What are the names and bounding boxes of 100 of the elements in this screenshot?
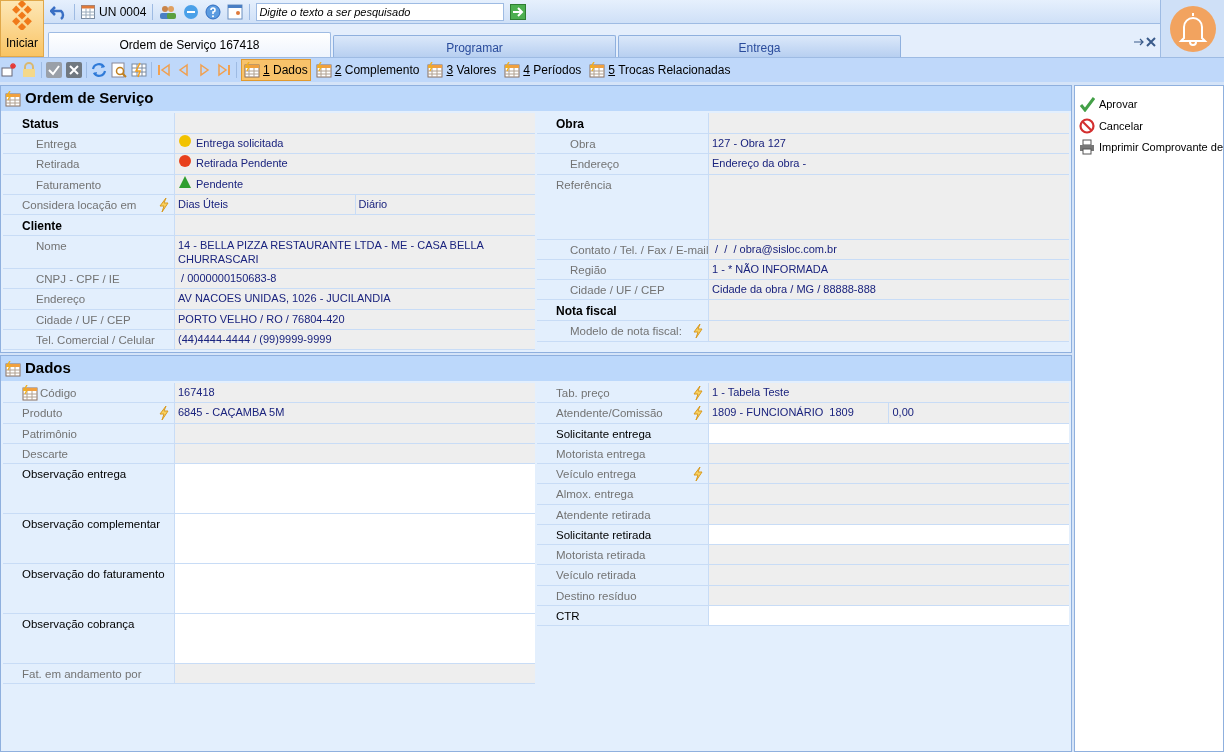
last-icon[interactable] [216, 62, 232, 78]
field-value: 1809 - FUNCIONÁRIO 1809 [712, 405, 854, 421]
field-label: Retirada [36, 157, 80, 173]
field-label: CTR [556, 608, 580, 624]
field-label: Obra [570, 137, 596, 152]
minus-circle-icon[interactable] [183, 3, 200, 20]
field-value: Endereço da obra - [712, 156, 807, 172]
field-value: 1 - Tabela Teste [712, 385, 790, 400]
text-field[interactable] [709, 605, 1069, 625]
close-icon[interactable] [1146, 37, 1156, 47]
section-title: Ordem de Serviço [25, 88, 154, 109]
field-label: Veículo entrega [556, 467, 636, 482]
window-icon[interactable] [227, 3, 244, 20]
grid-icon[interactable] [131, 62, 147, 78]
text-field[interactable] [175, 614, 535, 663]
text-field[interactable] [175, 564, 535, 613]
field-label: Nota fiscal [556, 303, 617, 321]
field-value: Entrega solicitada [196, 136, 284, 151]
table-icon [589, 62, 606, 78]
field-label: Produto [22, 406, 63, 422]
field-label: Obra [556, 116, 584, 133]
field-label: Almox. entrega [556, 487, 634, 503]
field-value: Pendente [196, 176, 244, 192]
unit-button[interactable]: UN 0004 [81, 2, 147, 21]
section-tab[interactable]: 2 Complemento [312, 59, 423, 81]
field-label: Destino resíduo [556, 588, 637, 604]
start-button[interactable]: Iniciar [0, 0, 44, 57]
field-label: Endereço [570, 157, 620, 173]
field-label: Código [40, 386, 77, 401]
refresh-icon[interactable] [91, 62, 107, 78]
field-label: Cidade / UF / CEP [36, 312, 131, 328]
printer-icon [1078, 139, 1095, 156]
field-label: Observação do faturamento [22, 567, 165, 582]
section-tab[interactable]: 3 Valores [424, 59, 500, 81]
field-value: Diário [358, 196, 388, 212]
field-value: (44)4444-4444 / (99)9999-9999 [178, 331, 332, 347]
users-icon[interactable] [159, 3, 178, 20]
action-link[interactable]: Cancelar [1078, 117, 1223, 134]
field-label: Tab. preço [556, 386, 610, 401]
field-label: Referência [556, 177, 612, 193]
table-icon [5, 90, 21, 107]
document-tab[interactable]: Entrega [618, 35, 901, 57]
help-icon[interactable] [205, 3, 222, 20]
document-tab[interactable]: Ordem de Serviço 167418 [48, 32, 331, 57]
field-label: Observação entrega [22, 467, 127, 482]
text-field[interactable] [709, 423, 1069, 443]
check-icon [1078, 96, 1095, 113]
field-value: PORTO VELHO / RO / 76804-420 [178, 311, 345, 327]
field-label: Observação complementar [22, 517, 161, 532]
new-record-icon[interactable] [1, 62, 17, 78]
section-tab[interactable]: 4 Períodos [501, 59, 585, 81]
field-label: Cliente [22, 218, 62, 235]
text-field[interactable] [709, 524, 1069, 544]
action-link[interactable]: Imprimir Comprovante de [1078, 139, 1223, 156]
field-value: Dias Úteis [178, 196, 229, 212]
field-value: 167418 [178, 385, 215, 400]
section-title: Dados [25, 358, 71, 379]
field-value: 1 - * NÃO INFORMADA [712, 261, 829, 277]
field-label: Patrimônio [22, 426, 77, 442]
logo-icon [9, 1, 35, 30]
text-field[interactable] [175, 464, 535, 513]
table-icon [244, 62, 260, 78]
section-tab[interactable]: 5 Trocas Relacionadas [586, 59, 734, 81]
field-label: Fat. em andamento por [22, 667, 142, 682]
search-field[interactable]: Digite o texto a ser pesquisado [256, 2, 505, 21]
field-value: 6845 - CAÇAMBA 5M [178, 405, 285, 421]
field-label: Contato / Tel. / Fax / E-mail [570, 242, 709, 258]
field-value: AV NACOES UNIDAS, 1026 - JUCILANDIA [178, 291, 391, 307]
action-link[interactable]: Aprovar [1078, 96, 1223, 113]
field-label: Endereço [36, 292, 86, 308]
field-label: Entrega [36, 137, 77, 152]
bell-icon[interactable] [1168, 4, 1217, 53]
first-icon[interactable] [156, 62, 172, 78]
table-icon [504, 62, 521, 78]
field-label: Faturamento [36, 177, 102, 193]
field-label: Tel. Comercial / Celular [36, 332, 155, 348]
field-label: Motorista retirada [556, 548, 646, 563]
field-label: Status [22, 116, 59, 133]
section-tab[interactable]: 1 Dados [241, 59, 311, 81]
check-icon[interactable] [46, 62, 62, 78]
field-label: Modelo de nota fiscal: [570, 324, 682, 340]
field-label: Cidade / UF / CEP [570, 283, 665, 298]
document-tab[interactable]: Programar [333, 35, 616, 57]
field-value: 14 - BELLA PIZZA RESTAURANTE LTDA - ME - CASA BELLA CHURRASCARI [178, 238, 485, 267]
field-label: Solicitante retirada [556, 527, 652, 543]
field-label: Atendente retirada [556, 507, 651, 523]
table-icon [5, 360, 21, 377]
cancel-icon[interactable] [66, 62, 82, 78]
table-icon [427, 62, 444, 78]
text-field[interactable] [175, 514, 535, 563]
arrow-right-icon[interactable] [510, 3, 527, 20]
preview-icon[interactable] [111, 62, 127, 78]
field-label: Descarte [22, 446, 69, 462]
field-label: Motorista entrega [556, 446, 646, 462]
field-value: 0,00 [892, 405, 914, 421]
field-value: / 0000000150683-8 [180, 271, 277, 286]
field-value: Retirada Pendente [196, 156, 288, 172]
field-label: Nome [36, 239, 67, 254]
field-label: Solicitante entrega [556, 426, 652, 442]
field-value: Cidade da obra / MG / 88888-888 [712, 282, 876, 297]
